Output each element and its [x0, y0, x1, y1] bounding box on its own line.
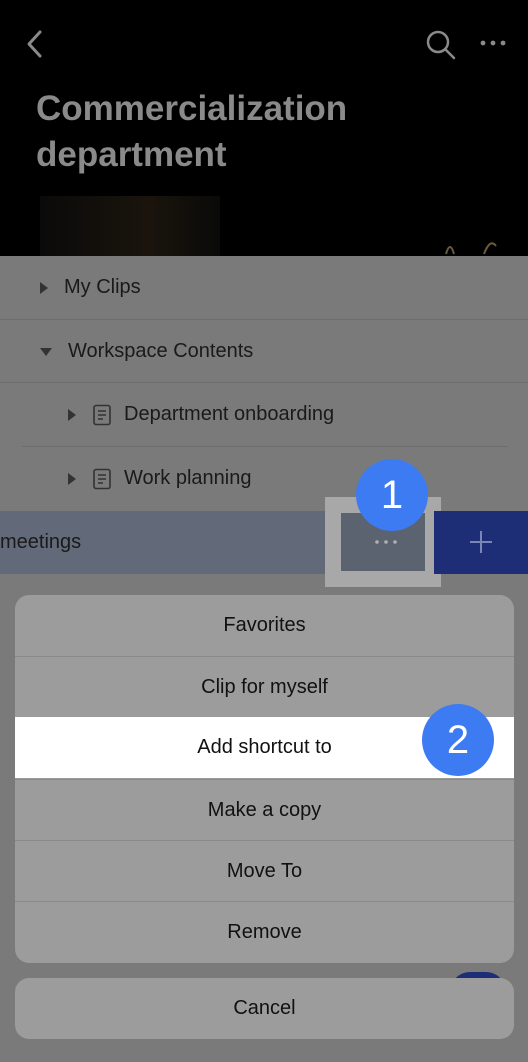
tree-item-label: Department onboarding: [124, 403, 335, 425]
expand-arrow-icon[interactable]: [40, 281, 48, 294]
cancel-button[interactable]: Cancel: [15, 978, 514, 1039]
tree-item-department-onboarding[interactable]: Department onboarding: [68, 383, 334, 446]
plus-icon: [470, 531, 492, 553]
page-title: Commercialization department: [36, 89, 348, 174]
action-sheet: Favorites Clip for myself Add shortcut t…: [15, 595, 514, 963]
document-icon: [93, 404, 111, 425]
step-badge-2: 2: [422, 704, 494, 776]
tree-item-label: Work planning: [124, 467, 252, 489]
tree-item-label: My Clips: [64, 276, 141, 298]
chevron-left-icon[interactable]: [20, 26, 52, 62]
menu-item-make-a-copy[interactable]: Make a copy: [15, 779, 514, 840]
tree-item-my-clips[interactable]: My Clips: [40, 256, 141, 319]
menu-item-remove[interactable]: Remove: [15, 901, 514, 962]
collapse-arrow-icon[interactable]: [40, 347, 52, 356]
expand-arrow-icon[interactable]: [68, 408, 76, 421]
tree-item-workspace-contents[interactable]: Workspace Contents: [40, 320, 253, 383]
more-horizontal-icon[interactable]: [478, 34, 512, 52]
tree-item-label: Workspace Contents: [68, 340, 254, 362]
menu-item-favorites[interactable]: Favorites: [15, 595, 514, 656]
expand-arrow-icon[interactable]: [68, 472, 76, 485]
menu-item-move-to[interactable]: Move To: [15, 840, 514, 901]
header: Commercialization department: [0, 0, 528, 256]
step-badge-1: 1: [356, 459, 428, 531]
document-icon: [93, 468, 111, 489]
header-background-image: [40, 196, 220, 256]
tree-item-label: meetings: [0, 531, 82, 553]
more-horizontal-icon: [375, 540, 397, 544]
tree-item-work-planning[interactable]: Work planning: [68, 447, 251, 510]
decoration-icon: [445, 242, 497, 255]
search-icon[interactable]: [424, 28, 458, 62]
